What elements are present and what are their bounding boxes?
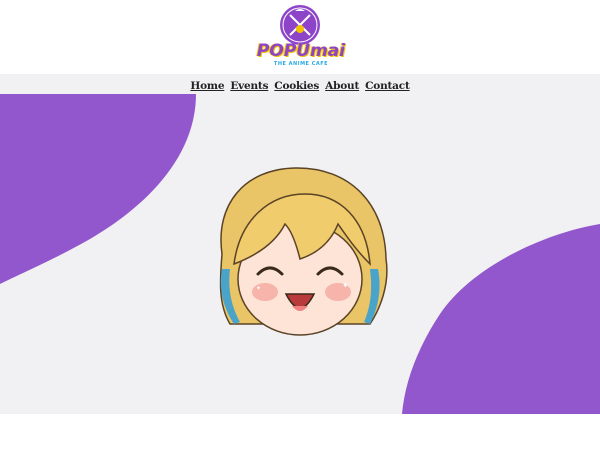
svg-text:✦: ✦ xyxy=(342,281,349,290)
hero-section: ✦ ✦ xyxy=(0,94,600,414)
page-bottom xyxy=(0,414,600,456)
logo-tagline: THE ANIME CAFE xyxy=(273,61,329,67)
svg-text:✦: ✦ xyxy=(256,285,261,292)
site-logo[interactable]: POPUmai THE ANIME CAFE xyxy=(254,3,348,71)
nav-item-contact[interactable]: Contact xyxy=(365,76,410,96)
nav-item-about[interactable]: About xyxy=(325,76,359,96)
hero-blob-left xyxy=(0,94,196,284)
logo-wordmark: POPUmai xyxy=(256,41,346,61)
nav-item-home[interactable]: Home xyxy=(190,76,224,96)
nav-item-events[interactable]: Events xyxy=(230,76,268,96)
hero-blob-right xyxy=(402,224,600,414)
main-nav: Home Events Cookies About Contact xyxy=(0,74,600,94)
mascot-icon: ✦ ✦ xyxy=(219,167,388,336)
nav-item-cookies[interactable]: Cookies xyxy=(274,76,319,96)
hero-background: ✦ ✦ xyxy=(0,94,600,414)
site-header: POPUmai THE ANIME CAFE xyxy=(0,0,600,74)
